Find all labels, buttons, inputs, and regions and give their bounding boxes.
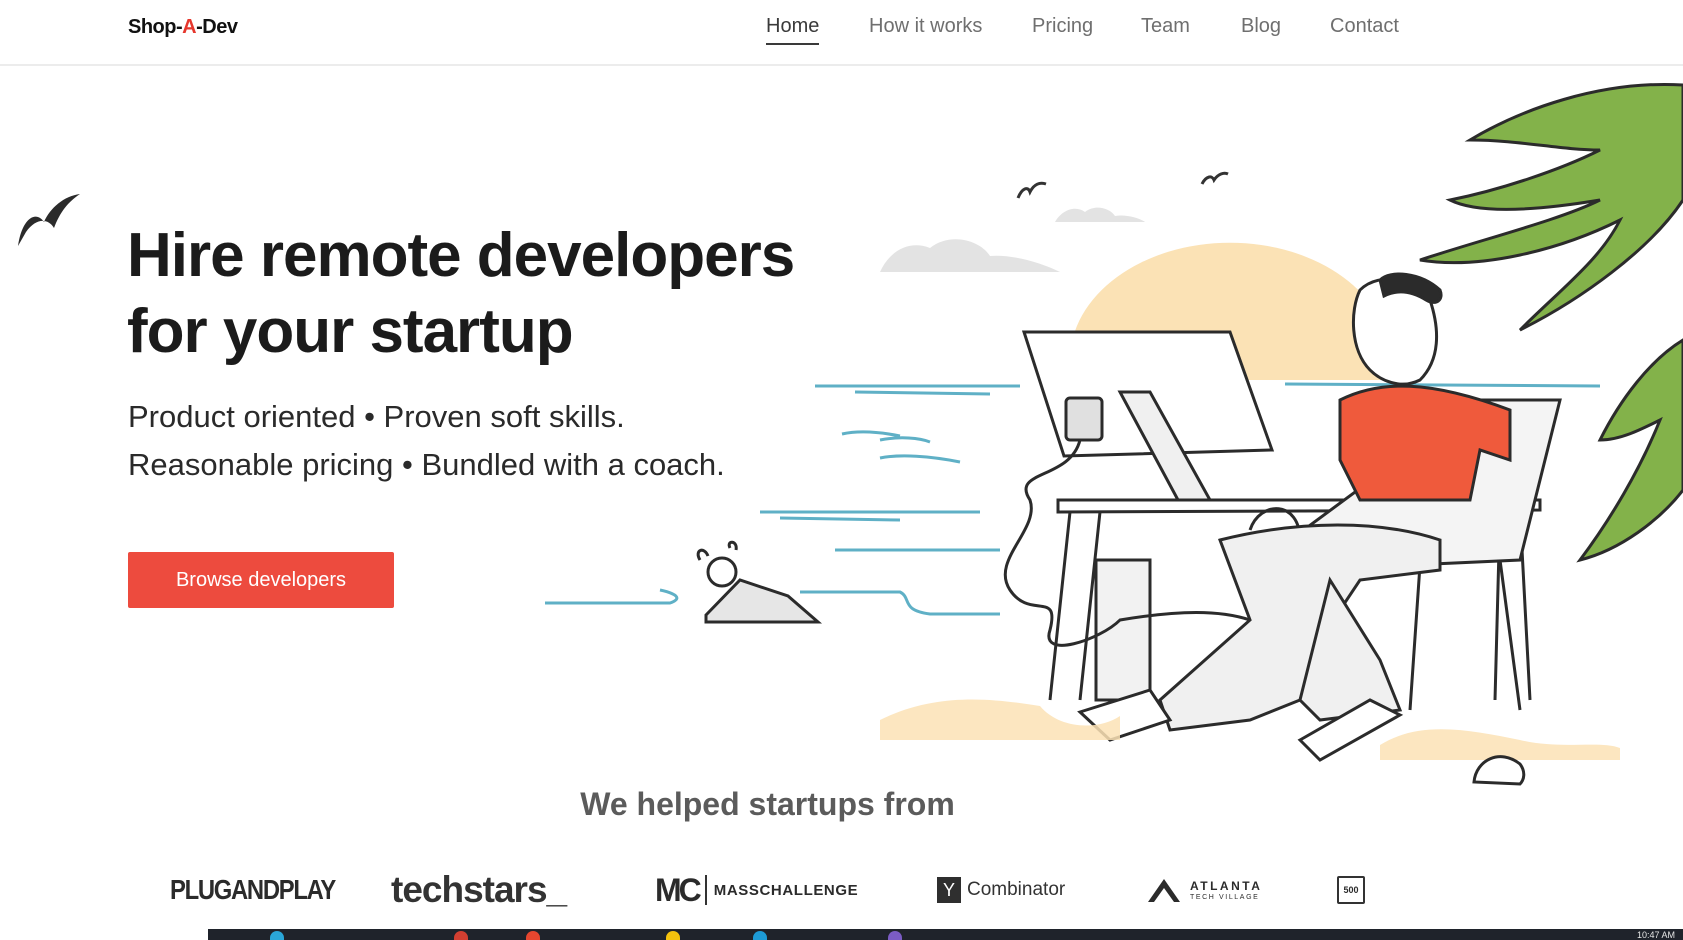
- logo-text-left: Shop-: [128, 16, 183, 38]
- bird-shape: [1016, 181, 1047, 199]
- cloud-shape: [880, 239, 1060, 272]
- sand-shape: [880, 699, 1120, 740]
- partner-logos: PLUGANDPLAY techstars_ MC MASSCHALLENGE …: [0, 868, 1683, 912]
- tech-village-text: TECH VILLAGE: [1190, 893, 1260, 901]
- nav-pricing[interactable]: Pricing: [1032, 15, 1093, 38]
- brand-logo[interactable]: Shop-A-Dev: [128, 16, 238, 39]
- taskbar-app-icon[interactable]: [526, 931, 540, 940]
- bird-icon: [18, 194, 80, 246]
- nav-home[interactable]: Home: [766, 15, 820, 45]
- taskbar-app-icon[interactable]: [454, 931, 468, 940]
- os-taskbar: 10:47 AM: [208, 929, 1683, 940]
- masschallenge-mark: MC: [655, 871, 702, 908]
- taskbar-app-icon[interactable]: [753, 931, 767, 940]
- crab-on-rock: [696, 540, 823, 624]
- taskbar-app-icon[interactable]: [270, 931, 284, 940]
- cloud-shape: [1055, 207, 1145, 222]
- logo-text-accent: A: [182, 16, 197, 38]
- logo-text-right: -Dev: [196, 16, 238, 38]
- ycombinator-text: Combinator: [967, 879, 1066, 900]
- nav-how-it-works[interactable]: How it works: [869, 15, 982, 38]
- atlanta-tech-village-logo: ATLANTA TECH VILLAGE: [1146, 868, 1262, 912]
- partners-heading: We helped startups from: [580, 786, 955, 822]
- seashell-shape: [1472, 755, 1526, 786]
- hero-illustration: [545, 82, 1683, 786]
- nav-team[interactable]: Team: [1141, 15, 1190, 38]
- atlanta-text: ATLANTA: [1190, 878, 1263, 893]
- browse-developers-button[interactable]: Browse developers: [128, 552, 394, 608]
- ycombinator-logo: Y Combinator: [937, 868, 1065, 912]
- 500-text: 500: [1337, 876, 1365, 904]
- ycombinator-mark: Y: [937, 877, 961, 903]
- atlanta-words: ATLANTA TECH VILLAGE: [1190, 880, 1262, 901]
- taskbar-clock: 10:47 AM: [1636, 930, 1675, 940]
- bird-shape: [1200, 171, 1229, 185]
- divider: [704, 875, 707, 905]
- taskbar-app-icon[interactable]: [888, 931, 902, 940]
- nav-contact[interactable]: Contact: [1330, 15, 1399, 38]
- techstars-text: techstars_: [391, 869, 567, 910]
- computer-monitor: [1021, 330, 1275, 502]
- taskbar-app-icon[interactable]: [666, 931, 680, 940]
- nav-blog[interactable]: Blog: [1241, 15, 1281, 38]
- masschallenge-logo: MC MASSCHALLENGE: [655, 868, 858, 912]
- site-header: Shop-A-Dev Home How it works Pricing Tea…: [0, 0, 1683, 66]
- atlanta-triangle-icon: [1148, 879, 1180, 902]
- plugandplay-logo: PLUGANDPLAY: [170, 868, 336, 912]
- 500-startups-logo: 500: [1337, 868, 1365, 912]
- plugandplay-text: PLUGANDPLAY: [170, 874, 336, 905]
- masschallenge-text: MASSCHALLENGE: [713, 881, 859, 899]
- techstars-logo: techstars_: [391, 868, 567, 912]
